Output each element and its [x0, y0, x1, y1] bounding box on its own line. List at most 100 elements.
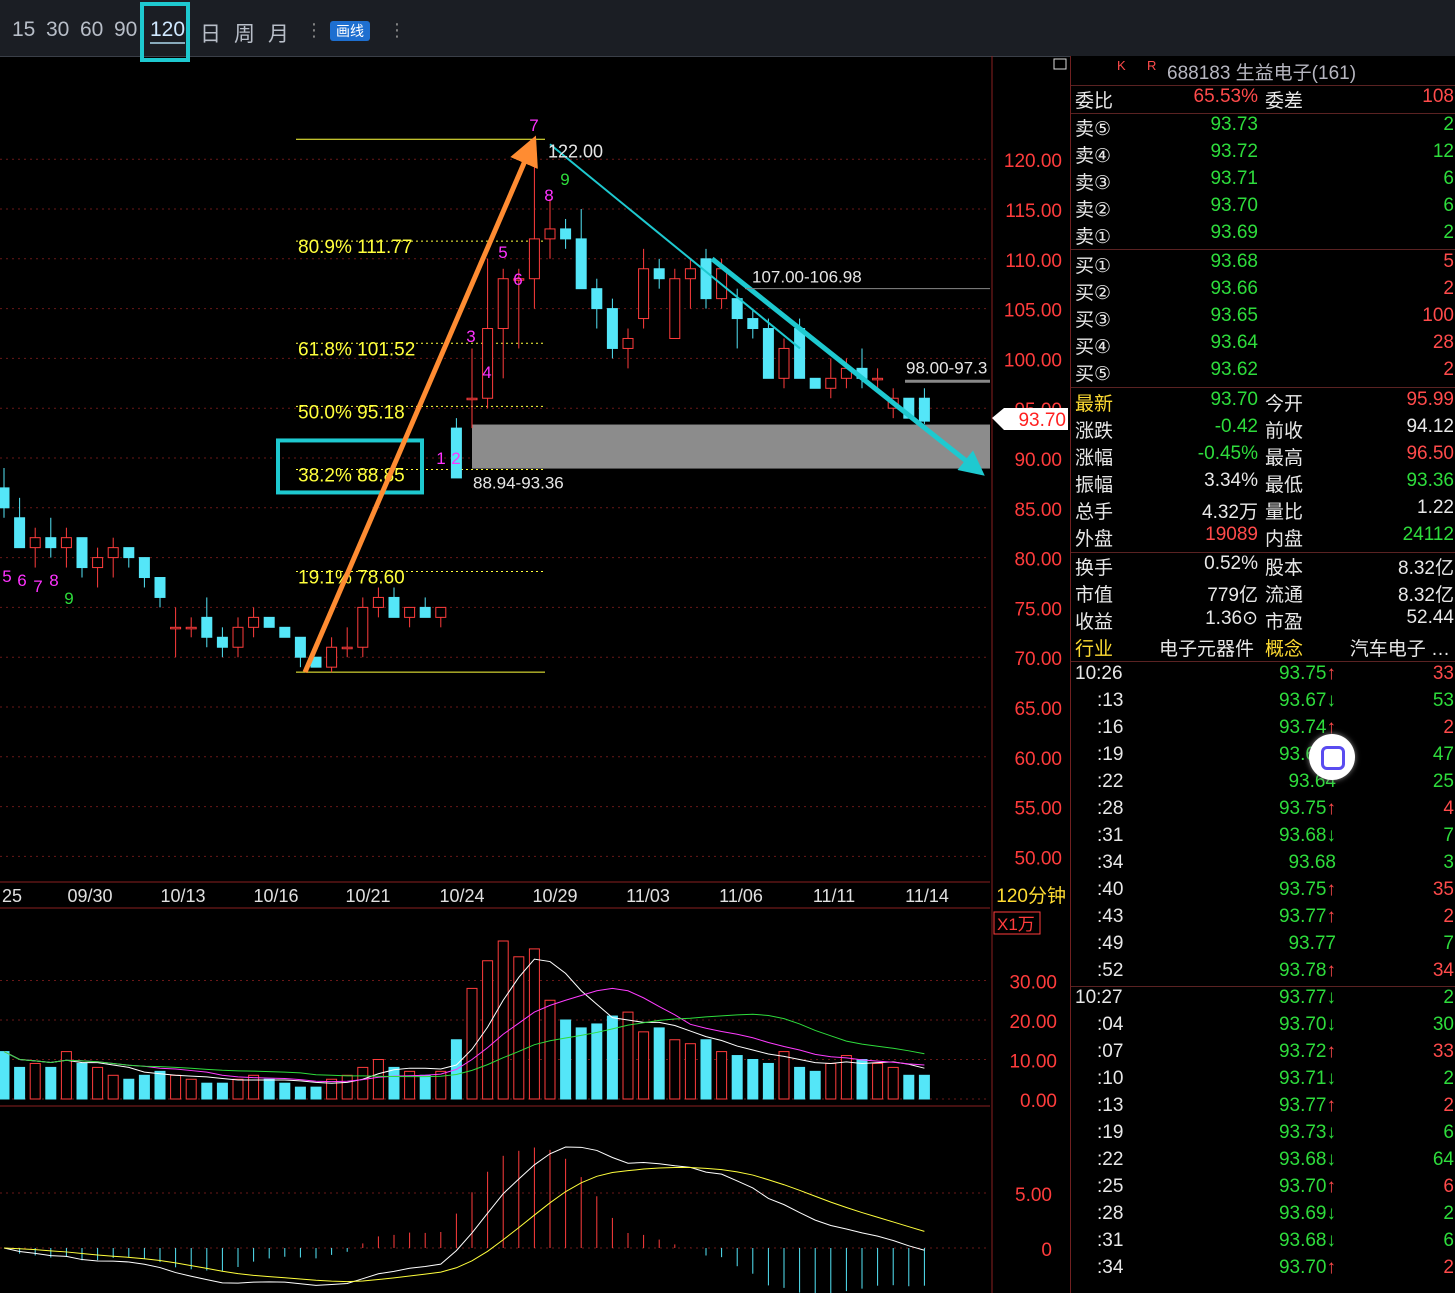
quote-row: 买① 93.68 5	[1071, 251, 1455, 278]
volume-bar	[357, 1066, 369, 1100]
period-30[interactable]: 30	[46, 18, 69, 42]
tick-volume: 2	[1443, 1257, 1454, 1278]
ask-price: 93.72	[1210, 141, 1258, 162]
tick-time: 10:26	[1075, 663, 1123, 684]
resistance-label-2: 98.00-97.3	[906, 358, 987, 377]
industry-value: 电子元器件	[1159, 639, 1255, 660]
tick-price: 93.70↑	[1278, 1176, 1336, 1197]
tick-time: :22	[1097, 1149, 1124, 1170]
draw-line-button[interactable]: 画线	[330, 21, 370, 41]
ask-volume: 6	[1443, 168, 1454, 189]
price-tick: 75.00	[1014, 599, 1062, 620]
period-label: 120分钟	[996, 885, 1066, 907]
r-flag[interactable]: R	[1147, 58, 1156, 73]
kline-chart[interactable]: 80.9% 111.7761.8% 101.5250.0% 95.1838.2%…	[0, 56, 1070, 1293]
ask-price: 93.70	[1210, 195, 1258, 216]
ask-label: 卖②	[1075, 200, 1112, 221]
date-label: 25	[2, 886, 22, 906]
tick-price: 93.77↑	[1278, 1095, 1336, 1116]
price-tick: 85.00	[1014, 500, 1062, 521]
count-label: 4	[482, 363, 491, 382]
date-label: 10/29	[532, 886, 577, 906]
quote-row: :13 93.67↓ 53	[1071, 690, 1455, 717]
period-week[interactable]: 周	[234, 18, 255, 48]
period-month[interactable]: 月	[268, 18, 289, 48]
period-day[interactable]: 日	[200, 18, 221, 48]
price-tick: 60.00	[1014, 749, 1062, 770]
volume-bar	[201, 1082, 213, 1100]
stock-code-name[interactable]: 688183 生益电子(161)	[1167, 58, 1356, 85]
stat-value: 8.32亿	[1398, 558, 1454, 579]
weicha-label: 委差	[1265, 91, 1304, 112]
date-label: 11/11	[813, 886, 855, 906]
count-label: 5	[498, 243, 507, 262]
period-15[interactable]: 15	[12, 18, 35, 42]
volume-bar	[123, 1078, 135, 1100]
more-dots-icon-2[interactable]: ⋮	[388, 20, 406, 41]
candle-body	[918, 397, 930, 422]
ask-volume: 2	[1443, 222, 1454, 243]
candle-body	[575, 238, 587, 290]
quote-panel: K R 688183 生益电子(161) 委比 65.53% 委差 108 卖⑤…	[1070, 56, 1455, 1293]
ask-label: 卖③	[1075, 173, 1112, 194]
candle-body	[747, 318, 759, 330]
k-flag[interactable]: K	[1117, 58, 1126, 73]
ask-price: 93.71	[1210, 168, 1258, 189]
tick-volume: 53	[1432, 690, 1454, 711]
resistance-label-1: 107.00-106.98	[752, 268, 862, 287]
quote-row: 最新 93.70 今开 95.99	[1071, 389, 1455, 416]
quote-row: :07 93.72↑ 33	[1071, 1041, 1455, 1068]
price-tick: 90.00	[1014, 450, 1062, 471]
price-tick: 100.00	[1004, 350, 1062, 371]
volume-bar	[14, 1066, 26, 1100]
candle-body	[622, 337, 634, 349]
tick-volume: 64	[1432, 1149, 1454, 1170]
stat-label: 换手	[1075, 558, 1114, 579]
volume-bar	[825, 1062, 837, 1100]
volume-bar	[872, 1062, 884, 1100]
more-dots-icon[interactable]: ⋮	[305, 20, 323, 41]
fib-label: 80.9% 111.77	[298, 237, 412, 258]
quote-row: :31 93.68↓ 6	[1071, 1230, 1455, 1257]
candle-body	[497, 278, 509, 330]
volume-bar	[591, 1023, 603, 1100]
tick-price: 93.77↑	[1278, 906, 1336, 927]
candle-body	[794, 328, 806, 379]
tick-price: 93.70↑	[1278, 1257, 1336, 1278]
volume-bar	[778, 1051, 790, 1100]
tick-volume: 34	[1432, 960, 1454, 981]
tick-volume: 6	[1443, 1176, 1454, 1197]
quote-row: :04 93.70↓ 30	[1071, 1014, 1455, 1041]
count-label: 8	[49, 571, 58, 590]
price-tick: 120.00	[1004, 151, 1062, 172]
tick-price: 93.68↓	[1278, 825, 1336, 846]
volume-bar	[482, 960, 494, 1100]
candle-body	[560, 228, 572, 240]
volume-bar	[279, 1082, 291, 1100]
quote-row: :22 93.68↓ 64	[1071, 1149, 1455, 1176]
tick-price: 93.67↓	[1278, 690, 1336, 711]
volume-bar	[45, 1066, 57, 1100]
stat-value: 19089	[1205, 524, 1258, 545]
macd-tick: 5.00	[1015, 1185, 1052, 1206]
quote-row: :10 93.71↓ 2	[1071, 1068, 1455, 1095]
stat-label: 股本	[1265, 558, 1304, 579]
candle-body	[372, 596, 384, 608]
ai-assistant-button[interactable]	[1309, 734, 1355, 780]
candle-body	[872, 377, 884, 381]
price-tick: 110.00	[1005, 251, 1062, 272]
volume-bar	[544, 999, 556, 1100]
weicha-value: 108	[1422, 86, 1454, 107]
stat-label: 外盘	[1075, 529, 1114, 550]
volume-bar	[856, 1059, 868, 1100]
tick-volume: 2	[1443, 1095, 1454, 1116]
period-60[interactable]: 60	[80, 18, 103, 42]
price-tick: 50.00	[1014, 848, 1062, 869]
tick-volume: 25	[1432, 771, 1454, 792]
quote-row: 卖⑤ 93.73 2	[1071, 114, 1455, 141]
stat-value: 93.36	[1406, 470, 1454, 491]
volume-bar	[497, 940, 509, 1100]
concept-label: 概念	[1265, 639, 1304, 660]
bid-label: 买①	[1075, 256, 1112, 277]
period-90[interactable]: 90	[114, 18, 137, 42]
